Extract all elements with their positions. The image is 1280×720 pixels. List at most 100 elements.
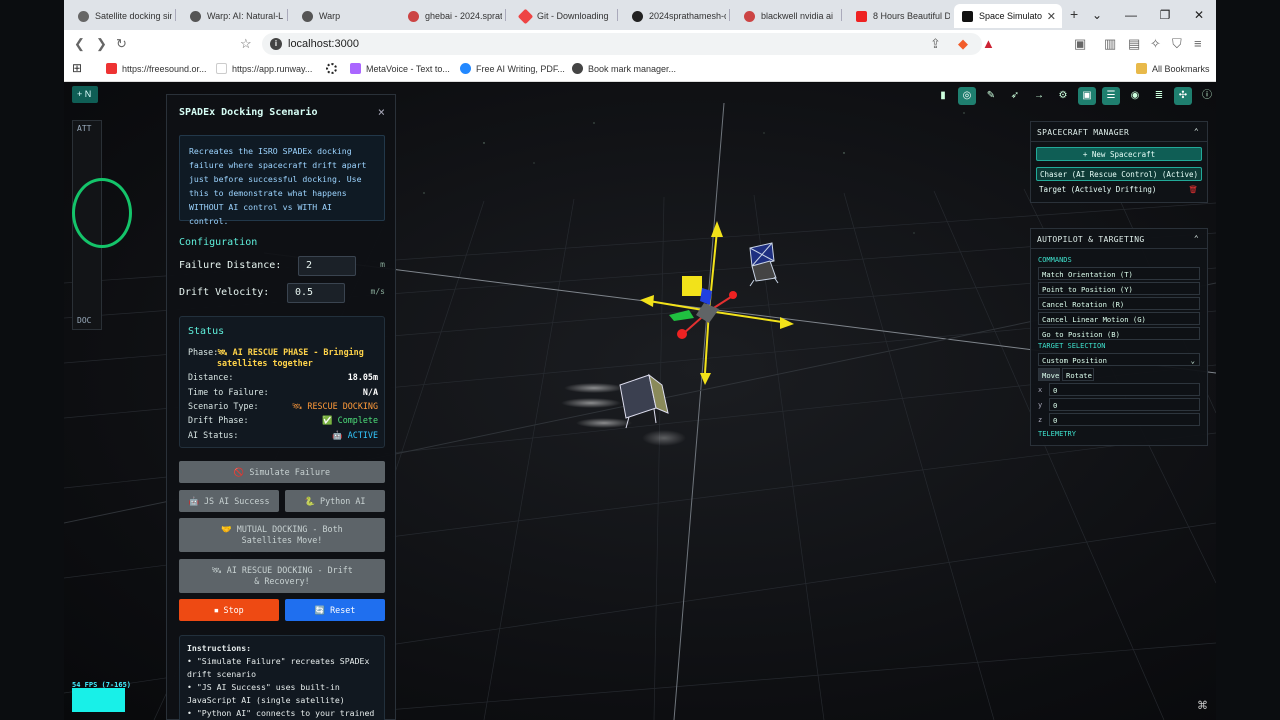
info-circle-icon[interactable]: ⓘ — [1198, 87, 1216, 105]
autopilot-header[interactable]: AUTOPILOT & TARGETING ⌃ — [1031, 229, 1207, 249]
vpn-icon[interactable]: ⛉ — [1172, 36, 1182, 52]
x-input[interactable]: 0 — [1049, 383, 1200, 396]
tab-label: 2024sprathamesh-c — [649, 11, 726, 21]
target-select[interactable]: Custom Position ⌄ — [1038, 353, 1200, 366]
spacecraft-item-chaser[interactable]: Chaser (AI Rescue Control) (Active) — [1036, 167, 1202, 181]
distance-value: 18.05m — [347, 372, 378, 382]
new-spacecraft-button[interactable]: + New Spacecraft — [1036, 147, 1202, 161]
chevron-up-icon[interactable]: ⌃ — [1194, 127, 1199, 136]
simulate-failure-button[interactable]: 🚫 Simulate Failure — [179, 461, 385, 483]
browser-toolbar: ❮ ❯ ↻ ☆ i localhost:3000 ⇪ ◆ ▲ ▣ ▥ ▤ ✧ ⛉ … — [64, 30, 1216, 58]
ai-status-value: 🤖 ACTIVE — [332, 430, 378, 440]
chevron-up-icon[interactable]: ⌃ — [1194, 234, 1199, 243]
point-to-position-button[interactable]: Point to Position (Y) — [1038, 282, 1200, 295]
apps-icon[interactable]: ⊞ — [72, 61, 82, 75]
browser-tab[interactable]: Satellite docking sim — [70, 4, 172, 28]
camera-icon[interactable]: ◉ — [1126, 87, 1144, 105]
close-icon[interactable]: ✕ — [1182, 0, 1216, 30]
bookmark-item[interactable]: Free AI Writing, PDF... — [460, 63, 565, 74]
forward-icon[interactable]: ❯ — [96, 36, 107, 52]
back-icon[interactable]: ❮ — [74, 36, 85, 52]
address-bar[interactable]: i localhost:3000 — [262, 33, 982, 55]
wallet-icon[interactable]: ▤ — [1128, 36, 1140, 52]
failure-distance-row: Failure Distance: 2 m — [179, 256, 385, 276]
browser-tab[interactable]: ghebai - 2024.sprat — [400, 4, 502, 28]
arrow-right-icon[interactable]: → — [1030, 87, 1048, 105]
trash-icon[interactable]: 🗑 — [1188, 183, 1198, 197]
z-input[interactable]: 0 — [1049, 413, 1200, 426]
new-scenario-button[interactable]: + N — [72, 86, 98, 103]
tab-separator — [505, 9, 506, 21]
drift-velocity-input[interactable]: 0.5 — [287, 283, 345, 303]
share-icon[interactable]: ⇪ — [930, 36, 941, 52]
command-key-icon[interactable]: ⌘ — [1197, 699, 1208, 712]
browser-tab[interactable]: Warp: AI: Natural-L — [182, 4, 284, 28]
orbit-icon[interactable]: ◎ — [958, 87, 976, 105]
tab-label: 8 Hours Beautiful D — [873, 11, 950, 21]
bookmark-item[interactable] — [326, 63, 342, 74]
all-bookmarks[interactable]: All Bookmarks — [1136, 63, 1210, 74]
list-icon[interactable]: ☰ — [1102, 87, 1120, 105]
cancel-linear-motion-button[interactable]: Cancel Linear Motion (G) — [1038, 312, 1200, 325]
time-to-failure-value: N/A — [362, 387, 378, 397]
bookmark-item[interactable]: Book mark manager... — [572, 63, 676, 74]
reset-button[interactable]: 🔄 Reset — [285, 599, 385, 621]
tab-separator — [841, 9, 842, 21]
telemetry-label: TELEMETRY — [1038, 430, 1076, 438]
stop-button[interactable]: ⏹ Stop — [179, 599, 279, 621]
phase-label: Phase: — [188, 347, 219, 357]
reload-icon[interactable]: ↻ — [116, 36, 127, 52]
cancel-rotation-button[interactable]: Cancel Rotation (R) — [1038, 297, 1200, 310]
browser-tab[interactable]: Git - Downloading — [512, 4, 614, 28]
satellite-icon[interactable]: ✣ — [1174, 87, 1192, 105]
chevron-down-icon[interactable]: ⌄ — [1080, 0, 1114, 30]
browser-tab[interactable]: 2024sprathamesh-c — [624, 4, 726, 28]
tab-label: Warp — [319, 11, 341, 21]
menu-icon[interactable]: ≡ — [1194, 36, 1202, 51]
brave-icon[interactable]: ◆ — [958, 36, 968, 52]
bookmark-item[interactable]: https://app.runway... — [216, 63, 312, 74]
browser-tab[interactable]: Warp — [294, 4, 394, 28]
restore-icon[interactable]: ❐ — [1148, 0, 1182, 30]
bookmark-item[interactable]: https://freesound.or... — [106, 63, 207, 74]
go-to-position-button[interactable]: Go to Position (B) — [1038, 327, 1200, 340]
browser-tab[interactable]: 8 Hours Beautiful D — [848, 4, 950, 28]
bookmark-item[interactable]: MetaVoice - Text to... — [350, 63, 450, 74]
spacecraft-manager-header[interactable]: SPACECRAFT MANAGER ⌃ — [1031, 122, 1207, 142]
leo-ai-icon[interactable]: ✧ — [1150, 36, 1161, 52]
python-ai-button[interactable]: 🐍 Python AI — [285, 490, 385, 512]
new-tab-button[interactable]: + — [1070, 6, 1078, 22]
ruler-icon[interactable]: ✎ — [982, 87, 1000, 105]
spacecraft-target-label: Target (Actively Drifting) — [1039, 185, 1157, 194]
info-icon[interactable]: i — [270, 38, 282, 50]
rocket-icon[interactable]: ➶ — [1006, 87, 1024, 105]
move-mode-button[interactable]: Move — [1038, 368, 1060, 381]
ai-rescue-docking-button[interactable]: 🛰 AI RESCUE DOCKING - Drift & Recovery! — [179, 559, 385, 593]
close-icon[interactable]: × — [378, 105, 385, 119]
settings-icon[interactable]: ⚙ — [1054, 87, 1072, 105]
scenario-type-row: Scenario Type: 🛰 RESCUE DOCKING — [188, 401, 378, 411]
browser-tab[interactable]: blackwell nvidia ai — [736, 4, 838, 28]
js-ai-success-button[interactable]: 🤖 JS AI Success — [179, 490, 279, 512]
rotate-mode-button[interactable]: Rotate — [1062, 368, 1094, 381]
mutual-docking-button[interactable]: 🤝 MUTUAL DOCKING - Both Satellites Move! — [179, 518, 385, 552]
failure-distance-unit: m — [380, 260, 385, 269]
browser-tab-active[interactable]: Space Simulato ✕ — [954, 4, 1062, 28]
target-selection-label: TARGET SELECTION — [1038, 342, 1106, 350]
reader-icon[interactable]: ▣ — [1074, 36, 1086, 52]
simulator-viewport[interactable]: + N ▮ ◎ ✎ ➶ → ⚙ ▣ ☰ ◉ ≣ ✣ ⓘ ATT DOC SPAD… — [64, 83, 1216, 720]
rewards-icon[interactable]: ▲ — [982, 36, 995, 51]
gizmo-rotate-x — [729, 291, 737, 299]
sidebar-icon[interactable]: ▥ — [1104, 36, 1116, 52]
spacecraft-item-target[interactable]: Target (Actively Drifting) 🗑 — [1036, 183, 1202, 197]
chevron-down-icon: ⌄ — [1190, 356, 1195, 365]
bookmark-icon[interactable]: ☆ — [240, 36, 252, 52]
minimize-icon[interactable]: — — [1114, 0, 1148, 30]
close-tab-icon[interactable]: ✕ — [1047, 10, 1056, 23]
match-orientation-button[interactable]: Match Orientation (T) — [1038, 267, 1200, 280]
failure-distance-input[interactable]: 2 — [298, 256, 356, 276]
chart-icon[interactable]: ▮ — [934, 87, 952, 105]
chip-icon[interactable]: ▣ — [1078, 87, 1096, 105]
sliders-icon[interactable]: ≣ — [1150, 87, 1168, 105]
y-input[interactable]: 0 — [1049, 398, 1200, 411]
